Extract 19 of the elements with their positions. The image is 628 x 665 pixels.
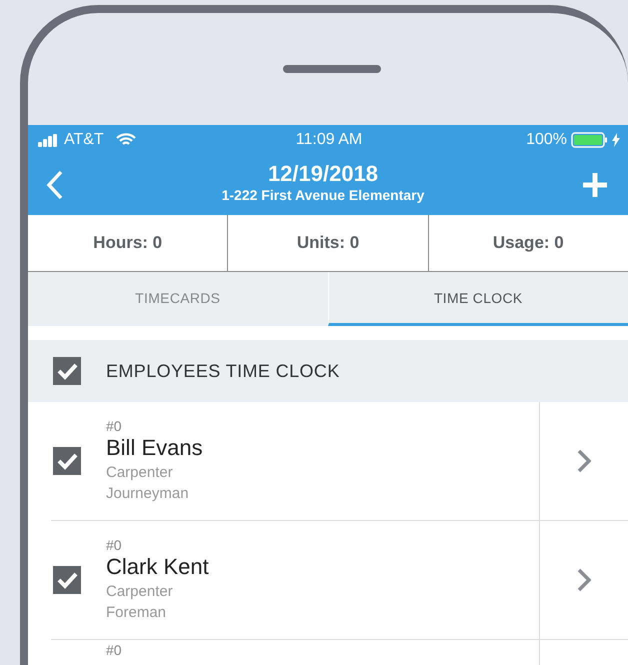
stat-cell: Units: 0 xyxy=(227,215,428,271)
project-subtitle: 1-222 First Avenue Elementary xyxy=(222,187,424,203)
stat-cell: Usage: 0 xyxy=(428,215,628,271)
date-title: 12/19/2018 xyxy=(268,161,378,187)
battery-percent: 100% xyxy=(526,131,568,149)
employee-number: #0 xyxy=(106,642,122,658)
employee-trade: Carpenter xyxy=(106,582,174,602)
employee-number: #0 xyxy=(106,418,123,434)
employee-trade: Carpenter xyxy=(106,463,174,483)
section-title: EMPLOYEES TIME CLOCK xyxy=(106,360,340,382)
stat-cell-text: Hours: 0 xyxy=(92,232,164,254)
carrier-name: AT&T xyxy=(64,131,104,149)
employee-level: Foreman xyxy=(106,603,168,623)
employee-number: #0 xyxy=(106,537,123,553)
employee-level: Journeyman xyxy=(106,484,190,504)
employee-name: Clark Kent xyxy=(106,554,209,580)
clock-time: 11:09 AM xyxy=(296,131,362,149)
employee-name: Bill Evans xyxy=(106,435,203,461)
tab[interactable]: TIME CLOCK xyxy=(328,272,628,326)
